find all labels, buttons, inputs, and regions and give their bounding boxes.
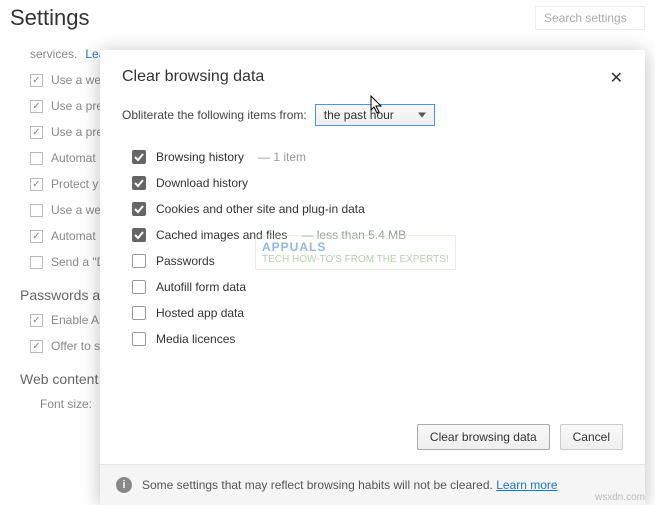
checkbox[interactable] bbox=[30, 178, 43, 191]
item-label: Download history bbox=[156, 176, 248, 190]
checkbox[interactable] bbox=[30, 230, 43, 243]
checkbox[interactable] bbox=[30, 340, 43, 353]
item-note: — 1 item bbox=[258, 150, 306, 164]
checkbox[interactable] bbox=[30, 152, 43, 165]
checkbox-label: Send a "D bbox=[51, 255, 105, 269]
checkbox[interactable] bbox=[30, 314, 43, 327]
checkbox[interactable] bbox=[30, 74, 43, 87]
clear-item-row: Cached images and files — less than 5.4 M… bbox=[132, 222, 623, 248]
checkbox-label: Use a we bbox=[51, 73, 101, 87]
checkbox-label: Offer to s bbox=[51, 339, 100, 353]
info-learn-more-link[interactable]: Learn more bbox=[496, 478, 557, 492]
info-icon: i bbox=[116, 477, 132, 493]
checkbox[interactable] bbox=[132, 176, 146, 190]
checkbox-label: Automat bbox=[51, 229, 96, 243]
checkbox[interactable] bbox=[30, 256, 43, 269]
item-label: Media licences bbox=[156, 332, 235, 346]
close-icon[interactable]: ✕ bbox=[610, 68, 623, 88]
time-range-select[interactable]: the past hour bbox=[315, 104, 435, 126]
clear-item-row: Media licences bbox=[132, 326, 623, 352]
clear-browsing-data-dialog: Clear browsing data ✕ Obliterate the fol… bbox=[100, 50, 645, 505]
clear-item-row: Download history bbox=[132, 170, 623, 196]
footer-watermark: wsxdn.com bbox=[595, 492, 645, 503]
checkbox[interactable] bbox=[132, 254, 146, 268]
checkbox[interactable] bbox=[132, 306, 146, 320]
clear-items-list: Browsing history — 1 item Download histor… bbox=[122, 144, 623, 352]
search-settings-input[interactable]: Search settings bbox=[535, 6, 645, 30]
checkbox[interactable] bbox=[132, 332, 146, 346]
obliterate-label: Obliterate the following items from: bbox=[122, 108, 307, 122]
item-label: Autofill form data bbox=[156, 280, 246, 294]
clear-item-row: Browsing history — 1 item bbox=[132, 144, 623, 170]
checkbox[interactable] bbox=[132, 280, 146, 294]
checkbox[interactable] bbox=[132, 202, 146, 216]
checkbox[interactable] bbox=[132, 228, 146, 242]
checkbox-label: Protect y bbox=[51, 177, 98, 191]
checkbox-label: Automat bbox=[51, 151, 96, 165]
item-label: Cached images and files bbox=[156, 228, 287, 242]
info-text: Some settings that may reflect browsing … bbox=[142, 478, 493, 492]
item-label: Hosted app data bbox=[156, 306, 244, 320]
checkbox[interactable] bbox=[30, 204, 43, 217]
checkbox-label: Use a pre bbox=[51, 99, 103, 113]
clear-browsing-data-button[interactable]: Clear browsing data bbox=[417, 424, 550, 450]
cancel-button[interactable]: Cancel bbox=[560, 424, 623, 450]
item-note: — less than 5.4 MB bbox=[301, 228, 406, 242]
item-label: Passwords bbox=[156, 254, 215, 268]
time-range-value: the past hour bbox=[324, 108, 394, 122]
checkbox-label: Enable A bbox=[51, 313, 99, 327]
checkbox[interactable] bbox=[132, 150, 146, 164]
clear-item-row: Hosted app data bbox=[132, 300, 623, 326]
checkbox[interactable] bbox=[30, 100, 43, 113]
clear-item-row: Autofill form data bbox=[132, 274, 623, 300]
clear-item-row: Cookies and other site and plug-in data bbox=[132, 196, 623, 222]
checkbox-label: Use a we bbox=[51, 203, 101, 217]
clear-item-row: Passwords bbox=[132, 248, 623, 274]
info-bar: i Some settings that may reflect browsin… bbox=[100, 464, 645, 505]
dialog-title: Clear browsing data bbox=[122, 68, 264, 86]
item-label: Cookies and other site and plug-in data bbox=[156, 202, 365, 216]
checkbox-label: Use a pre bbox=[51, 125, 103, 139]
checkbox[interactable] bbox=[30, 126, 43, 139]
page-title: Settings bbox=[10, 5, 90, 31]
item-label: Browsing history bbox=[156, 150, 244, 164]
